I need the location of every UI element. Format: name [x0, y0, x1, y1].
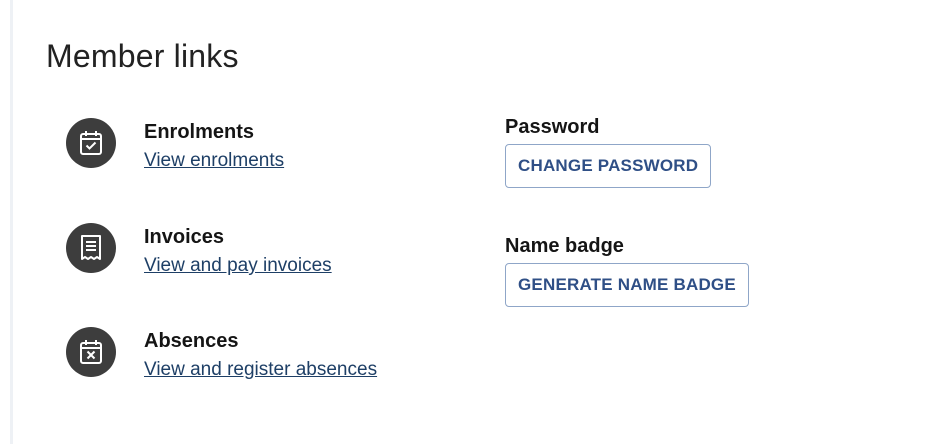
left-border	[10, 0, 13, 444]
change-password-button[interactable]: CHANGE PASSWORD	[505, 144, 712, 188]
member-link-absences: Absences View and register absences	[66, 325, 377, 383]
member-link-invoices: Invoices View and pay invoices	[66, 221, 332, 279]
password-heading: Password	[505, 116, 600, 138]
generate-name-badge-button[interactable]: GENERATE NAME BADGE	[505, 263, 749, 307]
name-badge-section: Name badge GENERATE NAME BADGE	[505, 234, 749, 307]
absences-heading: Absences	[144, 330, 239, 352]
enrolments-heading: Enrolments	[144, 121, 255, 143]
invoices-heading: Invoices	[144, 226, 225, 248]
member-links-page: Member links Enrolments View enrolments	[0, 0, 948, 444]
view-and-pay-invoices-link[interactable]: View and pay invoices	[144, 253, 332, 279]
member-link-enrolments: Enrolments View enrolments	[66, 116, 284, 174]
name-badge-heading: Name badge	[505, 235, 624, 257]
calendar-check-icon	[66, 118, 116, 168]
calendar-x-icon	[66, 327, 116, 377]
page-title: Member links	[46, 38, 239, 74]
receipt-icon	[66, 223, 116, 273]
view-and-register-absences-link[interactable]: View and register absences	[144, 357, 377, 383]
view-enrolments-link[interactable]: View enrolments	[144, 148, 284, 174]
password-section: Password CHANGE PASSWORD	[505, 115, 712, 188]
